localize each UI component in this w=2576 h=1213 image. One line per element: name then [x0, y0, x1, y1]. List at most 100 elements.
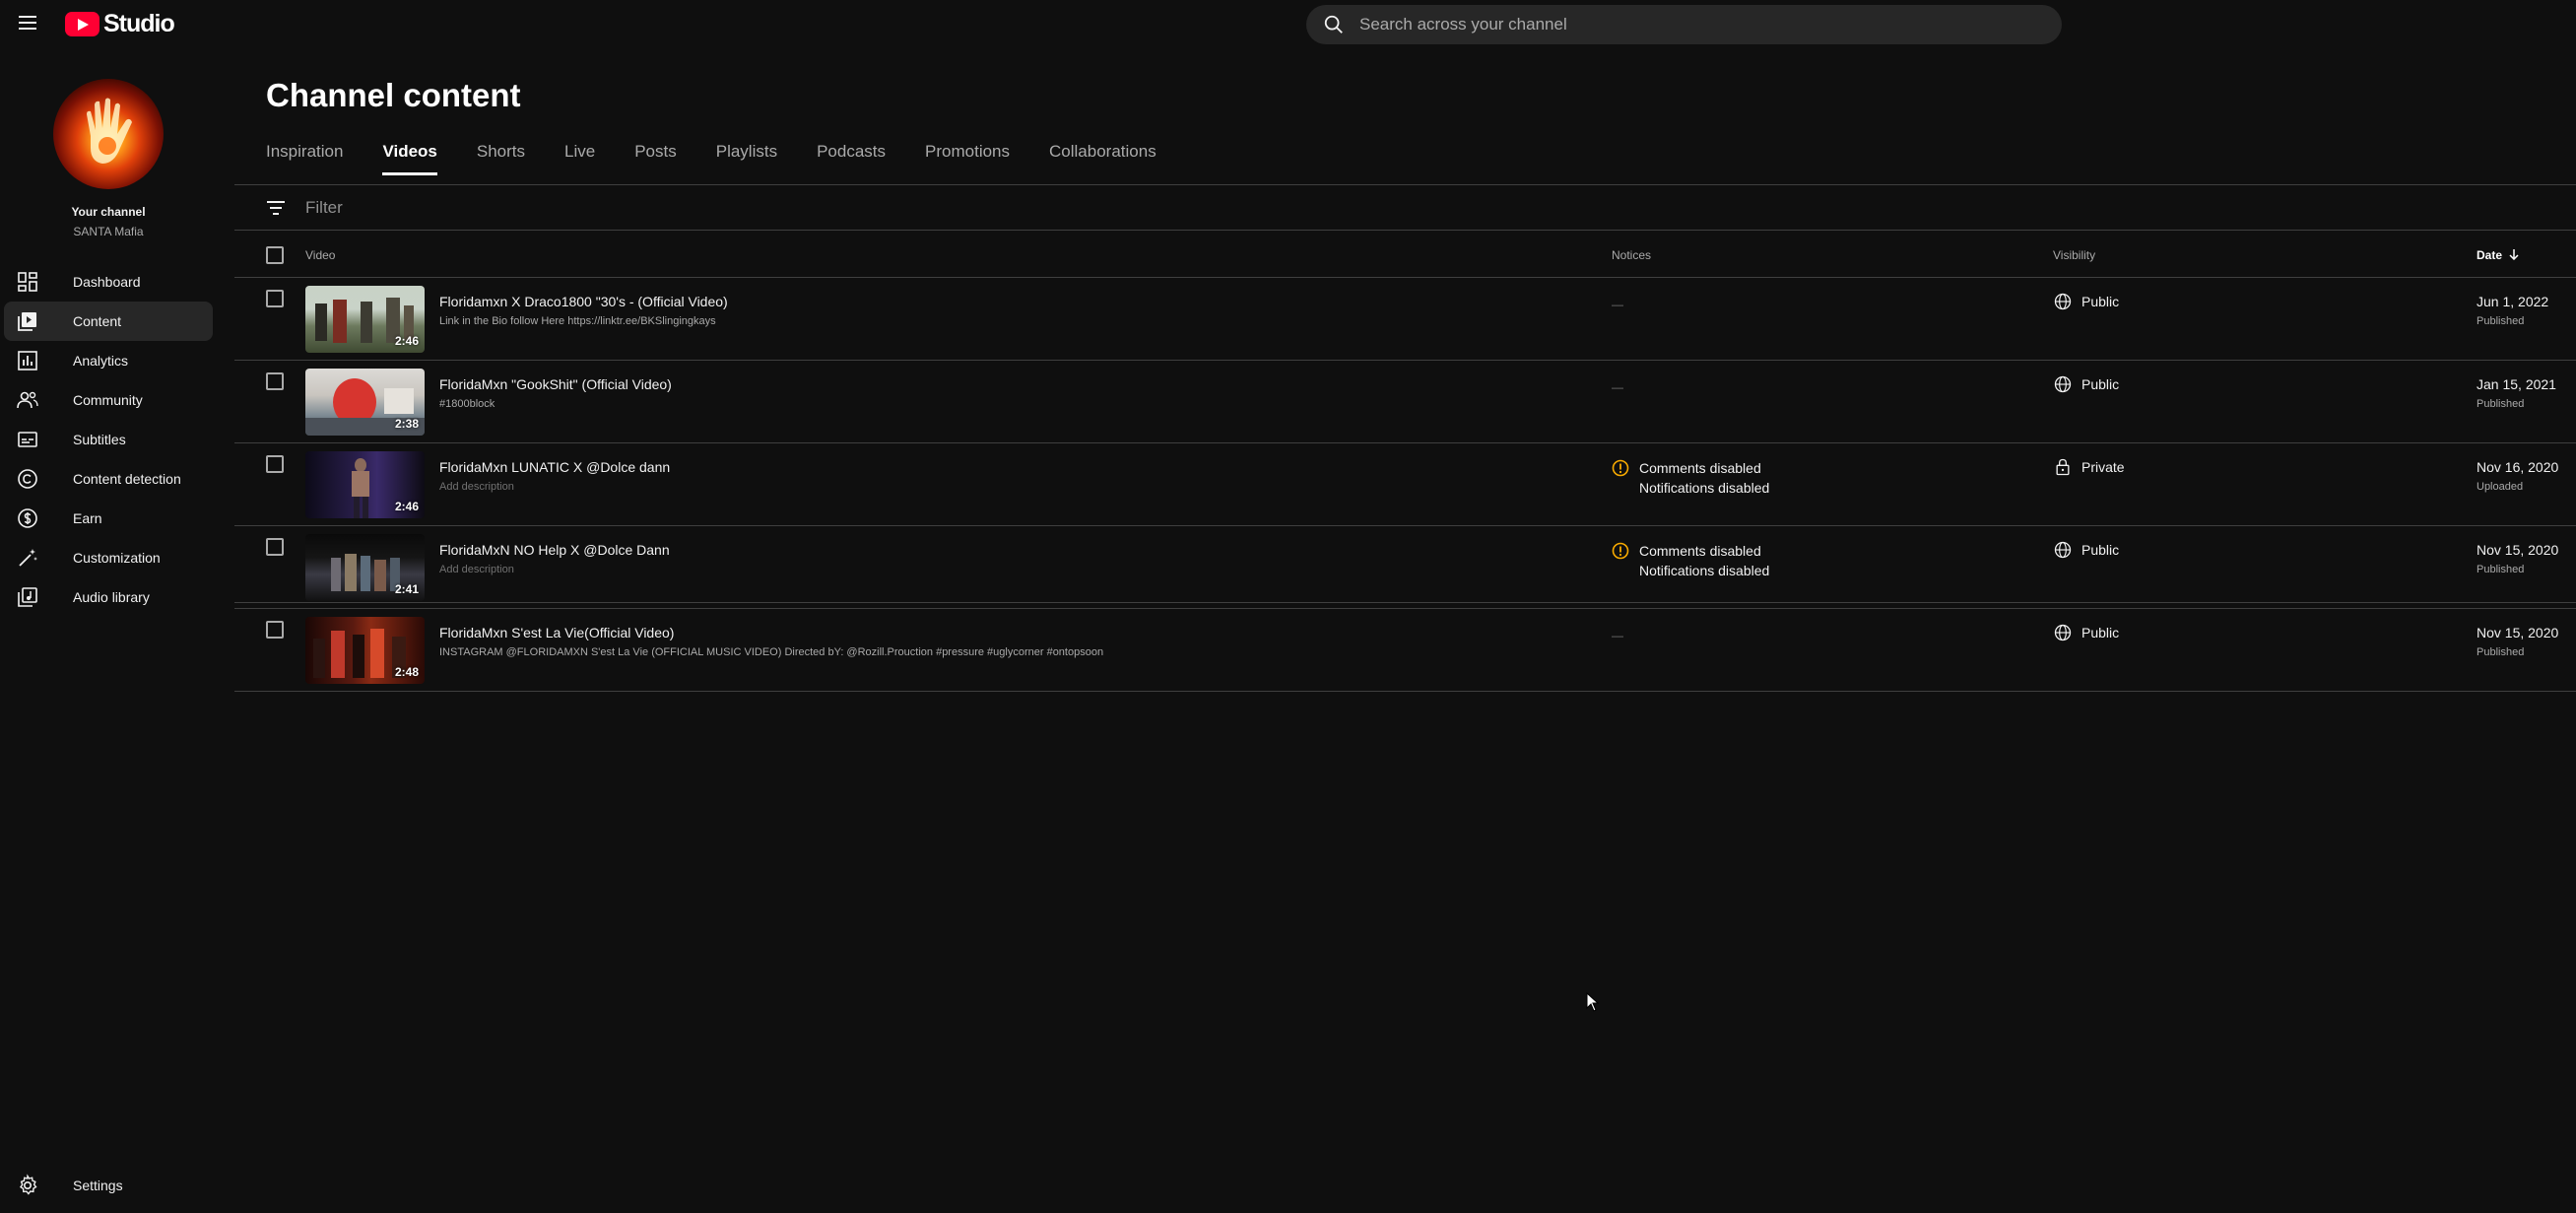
video-title[interactable]: FloridaMxn "GookShit" (Official Video): [439, 376, 672, 392]
notice-none: —: [1612, 298, 1623, 311]
tab-playlists[interactable]: Playlists: [716, 142, 777, 175]
row-checkbox[interactable]: [266, 372, 284, 390]
filter-icon[interactable]: [264, 196, 288, 220]
row-checkbox[interactable]: [266, 290, 284, 307]
lock-icon: [2056, 458, 2070, 476]
tab-podcasts[interactable]: Podcasts: [817, 142, 886, 175]
magic-wand-icon: [19, 549, 37, 567]
filter-bar: [234, 185, 2576, 231]
video-title[interactable]: FloridaMxn S'est La Vie(Official Video): [439, 625, 674, 640]
notice-notifications-disabled: Notifications disabled: [1639, 480, 1770, 496]
select-all-checkbox[interactable]: [266, 246, 284, 264]
header-date[interactable]: Date: [2477, 248, 2520, 262]
video-title[interactable]: FloridaMxN NO Help X @Dolce Dann: [439, 542, 670, 558]
header-notices: Notices: [1612, 248, 1652, 262]
sidebar-item-analytics[interactable]: Analytics: [4, 341, 213, 380]
video-thumbnail[interactable]: 2:41: [305, 534, 425, 601]
notice-comments-disabled: Comments disabled: [1639, 460, 1761, 476]
visibility-label: Public: [2081, 376, 2120, 392]
video-status: Published: [2477, 315, 2525, 327]
table-header: Video Notices Visibility Date: [234, 232, 2576, 278]
video-thumbnail[interactable]: 2:46: [305, 451, 425, 518]
search-icon[interactable]: [1314, 5, 1354, 44]
globe-icon: [2054, 375, 2072, 393]
header-date-label: Date: [2477, 248, 2503, 262]
sidebar-item-content-detection[interactable]: Content detection: [4, 459, 213, 499]
analytics-icon: [18, 351, 37, 371]
table-row[interactable]: 2:46 Floridamxn X Draco1800 "30's - (Off…: [234, 278, 2576, 361]
row-checkbox[interactable]: [266, 455, 284, 473]
tab-promotions[interactable]: Promotions: [925, 142, 1010, 175]
sidebar-item-dashboard[interactable]: Dashboard: [4, 262, 213, 302]
sidebar-item-settings[interactable]: Settings: [4, 1166, 213, 1205]
row-checkbox[interactable]: [266, 538, 284, 556]
tab-posts[interactable]: Posts: [634, 142, 677, 175]
video-thumbnail[interactable]: 2:48: [305, 617, 425, 684]
visibility-status[interactable]: Public: [2053, 623, 2119, 642]
tab-inspiration[interactable]: Inspiration: [266, 142, 343, 175]
sidebar-item-audio-library[interactable]: Audio library: [4, 577, 213, 617]
tab-shorts[interactable]: Shorts: [477, 142, 525, 175]
header-visibility[interactable]: Visibility: [2053, 248, 2095, 262]
sidebar-nav: Dashboard Content Analytics Community Su…: [4, 262, 213, 617]
globe-icon: [2054, 624, 2072, 641]
your-channel-label: Your channel: [71, 205, 146, 219]
tab-videos[interactable]: Videos: [382, 142, 438, 175]
sidebar-item-customization[interactable]: Customization: [4, 538, 213, 577]
video-title[interactable]: Floridamxn X Draco1800 "30's - (Official…: [439, 294, 728, 309]
search-input[interactable]: [1354, 15, 2062, 34]
sidebar-item-earn[interactable]: Earn: [4, 499, 213, 538]
sidebar-item-label: Settings: [73, 1178, 123, 1193]
sidebar-item-content[interactable]: Content: [4, 302, 213, 341]
sidebar-item-subtitles[interactable]: Subtitles: [4, 420, 213, 459]
channel-name: SANTA Mafia: [73, 225, 144, 238]
video-duration: 2:46: [394, 500, 419, 513]
content-tabs: Inspiration Videos Shorts Live Posts Pla…: [266, 142, 1196, 175]
channel-avatar[interactable]: [53, 79, 164, 189]
video-title[interactable]: FloridaMxn LUNATIC X @Dolce dann: [439, 459, 670, 475]
video-duration: 2:38: [394, 417, 419, 431]
video-thumbnail[interactable]: 2:38: [305, 369, 425, 436]
community-icon: [17, 391, 38, 409]
visibility-status[interactable]: Public: [2053, 292, 2119, 311]
notice-restrictions[interactable]: Comments disabled Notifications disabled: [1612, 541, 1769, 580]
visibility-status[interactable]: Private: [2053, 457, 2125, 477]
youtube-play-icon: [65, 12, 99, 36]
video-description: Link in the Bio follow Here https://link…: [439, 315, 716, 327]
video-status: Published: [2477, 398, 2525, 410]
sidebar-item-label: Subtitles: [73, 432, 126, 447]
search-bar[interactable]: [1306, 5, 2062, 44]
video-date: Nov 16, 2020: [2477, 459, 2559, 475]
add-description-link[interactable]: Add description: [439, 481, 514, 493]
header-video: Video: [305, 248, 336, 262]
video-date: Jan 15, 2021: [2477, 376, 2556, 392]
table-row[interactable]: 2:46 FloridaMxn LUNATIC X @Dolce dann Ad…: [234, 443, 2576, 526]
videos-table: Video Notices Visibility Date 2:46 Flori…: [234, 232, 2576, 692]
visibility-status[interactable]: Public: [2053, 374, 2119, 394]
sidebar: Your channel SANTA Mafia Dashboard Conte…: [0, 47, 217, 1213]
video-status: Published: [2477, 564, 2525, 575]
tab-collaborations[interactable]: Collaborations: [1049, 142, 1156, 175]
video-thumbnail[interactable]: 2:46: [305, 286, 425, 353]
video-duration: 2:48: [394, 665, 419, 679]
arrow-down-icon: [2509, 249, 2519, 261]
table-row[interactable]: 2:41 FloridaMxN NO Help X @Dolce Dann Ad…: [234, 526, 2576, 609]
video-status: Uploaded: [2477, 481, 2524, 493]
notice-restrictions[interactable]: Comments disabled Notifications disabled: [1612, 458, 1769, 498]
studio-logo[interactable]: Studio: [65, 10, 175, 38]
hamburger-menu-icon[interactable]: [14, 12, 41, 35]
table-row[interactable]: 2:48 FloridaMxn S'est La Vie(Official Vi…: [234, 609, 2576, 692]
visibility-status[interactable]: Public: [2053, 540, 2119, 560]
table-row[interactable]: 2:38 FloridaMxn "GookShit" (Official Vid…: [234, 361, 2576, 443]
dashboard-icon: [18, 272, 37, 292]
sidebar-item-label: Analytics: [73, 353, 129, 369]
warning-icon: [1612, 542, 1629, 560]
filter-input[interactable]: [305, 197, 896, 218]
sidebar-item-label: Audio library: [73, 589, 150, 605]
sidebar-item-community[interactable]: Community: [4, 380, 213, 420]
tab-live[interactable]: Live: [564, 142, 595, 175]
video-duration: 2:46: [394, 334, 419, 348]
row-checkbox[interactable]: [266, 621, 284, 639]
flaming-hand-icon: [87, 98, 132, 164]
add-description-link[interactable]: Add description: [439, 564, 514, 575]
